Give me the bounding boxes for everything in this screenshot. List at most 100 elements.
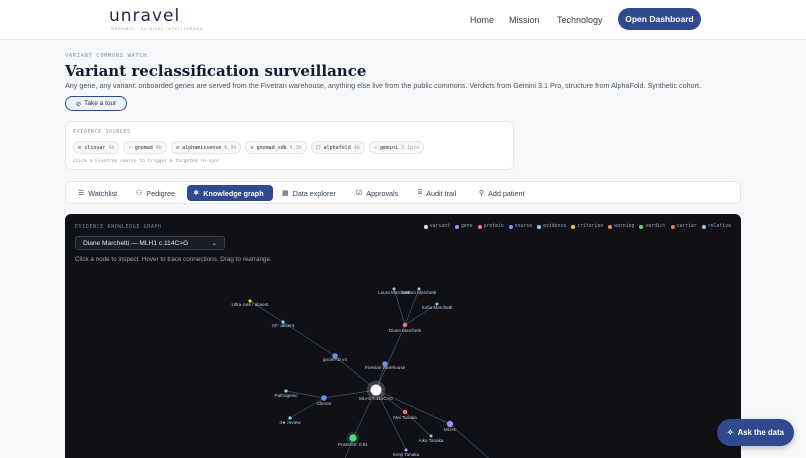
graph-node[interactable]: Sofia Marchetti [422, 302, 453, 311]
source-chip-gemini[interactable]: ✧ gemini 3.1pro [368, 141, 425, 154]
graph-title: EVIDENCE KNOWLEDGE GRAPH [75, 224, 162, 230]
legend-item-evidence: evidence [537, 224, 566, 229]
top-navigation-bar: unravel GENOMIC · CLINICAL INTELLIGENCE … [0, 0, 806, 40]
graph-node[interactable]: MLH1 [444, 420, 457, 432]
legend-dot [423, 224, 428, 229]
nav-link-home[interactable]: Home [470, 0, 494, 40]
graph-node-label: MLH1 c.114C>G [359, 396, 393, 401]
sparkle-icon: ✧ [727, 428, 734, 437]
graph-node[interactable]: Posterior: 0.81 [338, 431, 368, 447]
legend-label: gene [461, 224, 473, 229]
list-icon: ☰ [78, 190, 85, 197]
people-icon: ⚇ [136, 190, 143, 197]
source-chip-alphafold[interactable]: ⬡ alphafold 4b [310, 141, 365, 154]
brand-logo[interactable]: unravel GENOMIC · CLINICAL INTELLIGENCE [109, 6, 204, 31]
nav-link-technology[interactable]: Technology [557, 0, 603, 40]
tab-label: Audit trail [426, 188, 457, 198]
graph-node[interactable]: Matteo Marchetti [402, 287, 436, 296]
sparkle-icon: ✧ [128, 144, 132, 151]
graph-node-label: 3★ review [279, 420, 301, 425]
source-chip-clinvar[interactable]: ≡ clinvar 4k [73, 141, 120, 154]
tab-label: Approvals [366, 188, 399, 198]
sparkle-icon: ✧ [373, 144, 378, 151]
audit-icon: ⌸ [418, 189, 423, 196]
source-chip-count: 6.3k [289, 144, 302, 151]
graph-node[interactable]: Diane Marchetti [389, 322, 421, 333]
graph-node-label: Sofia Marchetti [422, 305, 453, 310]
graph-node[interactable]: 3★ review [279, 416, 301, 425]
graph-legend: variant gene protein source evidence criterio… [423, 224, 731, 229]
grid-icon: ▦ [282, 190, 289, 197]
graph-node[interactable]: Fivetran warehouse [365, 361, 406, 370]
tab-data-explorer[interactable]: ▦ Data explorer [276, 185, 342, 201]
graph-node-label: Kenji Tanaka [393, 452, 420, 457]
graph-node-label: AF: absent [272, 323, 295, 328]
tab-pedigree[interactable]: ⚇ Pedigree [130, 185, 181, 201]
source-chip-name: alphafold [323, 144, 351, 151]
legend-item-criterion: criterion [571, 224, 603, 229]
tab-watchlist[interactable]: ☰ Watchlist [72, 185, 123, 201]
knowledge-graph-canvas[interactable]: MLH1 c.114C>G Ultra-rare / absent AF: abse… [65, 214, 741, 458]
graph-edge [449, 423, 489, 458]
source-chip-count: 6.3k [224, 144, 237, 151]
graph-node[interactable]: Ultra-rare / absent [231, 299, 269, 307]
source-chip-count: 3.1pro [401, 144, 420, 151]
legend-dot [608, 224, 613, 229]
graph-node[interactable]: Kenji Tanaka [393, 448, 420, 458]
graph-node-label: MLH1 [444, 427, 457, 432]
patient-select[interactable]: Diane Marchetti — MLH1 c.114C>G ⌄ [75, 236, 225, 250]
legend-dot [537, 224, 542, 229]
graph-hint: Click a node to inspect. Hover to trace … [75, 256, 272, 263]
ask-the-data-button[interactable]: ✧ Ask the data [717, 419, 794, 446]
graph-node[interactable]: Mei Tanaka [393, 409, 417, 420]
brand-tagline: GENOMIC · CLINICAL INTELLIGENCE [111, 27, 204, 31]
legend-label: warning [614, 224, 635, 229]
legend-dot [670, 224, 675, 229]
source-chip-count: 4k [108, 144, 115, 151]
graph-node[interactable]: Pathogenic [275, 389, 299, 398]
tab-label: Add patient [488, 188, 525, 198]
take-tour-button[interactable]: ⊘ Take a tour [65, 96, 127, 111]
take-tour-label: Take a tour [84, 100, 117, 107]
database-icon: ≡ [250, 144, 254, 151]
graph-edges [249, 288, 489, 458]
graph-node-label: Diane Marchetti [389, 328, 421, 333]
evidence-sources-panel: EVIDENCE SOURCES ≡ clinvar 4k ✧ gnomad 4… [65, 121, 514, 170]
graph-node[interactable]: gnomAD v4 [323, 353, 347, 362]
database-icon: ≡ [78, 144, 82, 151]
legend-label: relative [707, 224, 731, 229]
database-icon: ≡ [175, 144, 180, 151]
tab-audit-trail[interactable]: ⌸ Audit trail [412, 185, 462, 201]
tab-approvals[interactable]: ☑ Approvals [350, 185, 404, 201]
graph-node-label: gnomAD v4 [323, 357, 347, 362]
graph-node[interactable]: MLH1 c.114C>G [359, 380, 393, 401]
source-chip-name: gnomad [134, 144, 153, 151]
graph-node-label: Aiko Tanaka [419, 438, 444, 443]
patient-select-value: Diane Marchetti — MLH1 c.114C>G [83, 239, 189, 247]
tab-knowledge-graph[interactable]: ⚛ Knowledge graph [187, 185, 273, 201]
legend-item-source: source [508, 224, 532, 229]
tab-label: Knowledge graph [203, 188, 264, 198]
graph-node[interactable]: Aiko Tanaka [419, 434, 444, 444]
view-tab-bar: ☰ Watchlist ⚇ Pedigree ⚛ Knowledge graph… [65, 181, 741, 204]
graph-node-label: Posterior: 0.81 [338, 442, 368, 447]
legend-item-variant: variant [423, 224, 450, 229]
legend-label: evidence [543, 224, 567, 229]
tab-add-patient[interactable]: ⚲ Add patient [473, 185, 531, 201]
legend-item-relative: relative [701, 224, 731, 229]
nav-link-mission[interactable]: Mission [509, 0, 540, 40]
open-dashboard-button[interactable]: Open Dashboard [618, 8, 701, 30]
legend-dot [639, 224, 644, 229]
legend-item-protein: protein [477, 224, 504, 229]
source-chip-gnomad[interactable]: ✧ gnomad 4k [123, 141, 167, 154]
legend-label: carrier [676, 224, 697, 229]
source-chip-gnomad-sdk[interactable]: ≡ gnomad_sdk 6.3k [245, 141, 307, 154]
tab-label: Watchlist [88, 188, 118, 198]
source-chip-name: clinvar [84, 144, 106, 151]
source-chip-name: alphamissense [182, 144, 222, 151]
legend-dot [571, 224, 576, 229]
graph-node[interactable]: AF: absent [272, 320, 295, 328]
page-eyebrow: VARIANT COMMONS WATCH [65, 53, 148, 59]
source-chip-alphamissense[interactable]: ≡ alphamissense 6.3k [170, 141, 242, 154]
page-title: Variant reclassification surveillance [65, 62, 367, 80]
